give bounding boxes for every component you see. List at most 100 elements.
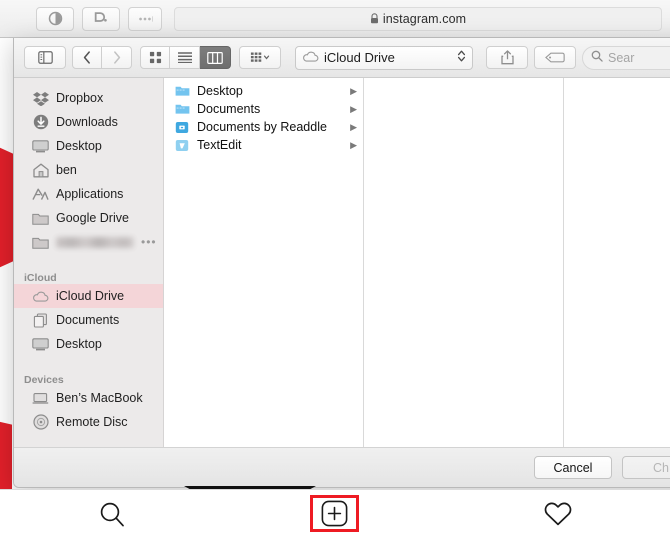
reader-view-button[interactable] <box>36 6 74 31</box>
sidebar-item-downloads[interactable]: Downloads <box>14 110 163 134</box>
icloud-icon <box>302 50 319 65</box>
file-open-dialog: iCloud Drive Sear Dropbox Downloads Desk… <box>13 38 670 488</box>
search-icon <box>98 500 126 528</box>
sidebar-item-icloud-desktop[interactable]: Desktop <box>14 332 163 356</box>
duckduckgo-button[interactable] <box>82 6 120 31</box>
tag-icon[interactable] <box>534 46 576 69</box>
sidebar-item-label: Google Drive <box>56 211 129 225</box>
sidebar-item-label: Ben’s MacBook <box>56 391 143 405</box>
sidebar-item-icloud-drive[interactable]: iCloud Drive <box>14 284 163 308</box>
file-name: Desktop <box>197 84 243 98</box>
home-icon <box>32 162 49 179</box>
search-icon <box>591 50 603 65</box>
cancel-button[interactable]: Cancel <box>534 456 612 479</box>
sidebar-item-documents[interactable]: Documents <box>14 308 163 332</box>
sidebar-item-dropbox[interactable]: Dropbox <box>14 86 163 110</box>
sidebar-item-label: Documents <box>56 313 120 327</box>
sidebar-toggle-icon[interactable] <box>24 46 66 69</box>
dialog-toolbar: iCloud Drive Sear <box>14 38 670 78</box>
share-icon[interactable] <box>486 46 528 69</box>
sidebar-item-google-drive[interactable]: Google Drive <box>14 206 163 230</box>
heart-icon <box>543 500 573 527</box>
chevron-right-icon: ▶ <box>350 121 357 132</box>
activity-tab[interactable] <box>447 490 670 537</box>
sidebar-item-applications[interactable]: Applications <box>14 182 163 206</box>
path-popup-button[interactable]: iCloud Drive <box>295 45 473 70</box>
sidebar-item-label: Applications <box>56 187 124 201</box>
table-row[interactable]: Documents ▶ <box>164 100 363 118</box>
downloads-icon <box>32 114 49 131</box>
table-row[interactable]: TextEdit ▶ <box>164 136 363 154</box>
new-post-tab[interactable] <box>223 490 446 537</box>
navigation-buttons <box>72 46 132 69</box>
red-annotation-lower <box>0 420 12 498</box>
more-extensions-button[interactable] <box>128 6 162 31</box>
chevron-right-icon: ▶ <box>350 139 357 150</box>
sidebar-item-label: Remote Disc <box>56 415 128 429</box>
choose-button[interactable]: Ch <box>622 456 670 479</box>
sidebar-item-ellipsis: ••• <box>141 235 157 249</box>
plus-square-icon <box>321 500 348 527</box>
folder-icon <box>32 210 49 227</box>
search-input[interactable]: Sear <box>582 45 670 70</box>
browser-toolbar: instagram.com <box>0 0 670 38</box>
sidebar-item-desktop[interactable]: Desktop <box>14 134 163 158</box>
forward-button[interactable] <box>102 46 132 69</box>
sidebar-item-label: Dropbox <box>56 91 104 105</box>
file-column-secondary[interactable] <box>364 78 564 447</box>
lock-icon <box>370 13 379 24</box>
sidebar-item-label: Desktop <box>56 139 102 153</box>
file-name: TextEdit <box>197 138 242 152</box>
search-placeholder-text: Sear <box>608 50 635 65</box>
laptop-icon <box>32 390 49 407</box>
column-view-icon[interactable] <box>200 46 231 69</box>
dialog-footer: Cancel Ch <box>14 447 670 487</box>
screen-root: instagram.com iCloud Drive Sear Dropbox … <box>0 0 670 537</box>
sidebar-item-label: ben <box>56 163 77 177</box>
sidebar-item-remote-disc[interactable]: Remote Disc <box>14 410 163 434</box>
url-text: instagram.com <box>382 11 467 26</box>
search-tab[interactable] <box>0 490 223 537</box>
new-post-highlight <box>310 495 360 532</box>
icon-view-icon[interactable] <box>140 46 170 69</box>
list-view-icon[interactable] <box>170 46 200 69</box>
sidebar-item-redacted-folder[interactable]: ••• <box>14 230 163 254</box>
app-folder-icon <box>174 120 190 134</box>
desktop-icon <box>32 336 49 353</box>
path-popup-label: iCloud Drive <box>324 50 395 65</box>
chevron-updown-icon <box>457 49 466 66</box>
redacted-folder-name <box>56 236 134 248</box>
icloud-icon <box>32 288 49 305</box>
dialog-body: Dropbox Downloads Desktop ben Applicatio… <box>14 78 670 447</box>
folder-blue-icon <box>174 102 190 116</box>
disc-icon <box>32 414 49 431</box>
sidebar: Dropbox Downloads Desktop ben Applicatio… <box>14 78 164 447</box>
file-name: Documents <box>197 102 261 116</box>
dropbox-icon <box>32 90 49 107</box>
sidebar-item-macbook[interactable]: Ben’s MacBook <box>14 386 163 410</box>
desktop-icon <box>32 138 49 155</box>
sidebar-item-label: iCloud Drive <box>56 289 125 303</box>
app-folder-icon <box>174 138 190 152</box>
instagram-tabbar <box>0 489 670 537</box>
table-row[interactable]: Documents by Readdle ▶ <box>164 118 363 136</box>
arrange-icon[interactable] <box>239 46 281 69</box>
folder-blue-icon <box>174 84 190 98</box>
sidebar-item-label: Desktop <box>56 337 102 351</box>
sidebar-item-label: Downloads <box>56 115 118 129</box>
view-mode-buttons <box>140 46 231 69</box>
chevron-right-icon: ▶ <box>350 103 357 114</box>
table-row[interactable]: Desktop ▶ <box>164 82 363 100</box>
sidebar-item-ben[interactable]: ben <box>14 158 163 182</box>
back-button[interactable] <box>72 46 102 69</box>
documents-icon <box>32 312 49 329</box>
file-column-preview[interactable] <box>564 78 670 447</box>
file-column-primary: Desktop ▶ Documents ▶ Documents by Readd… <box>164 78 364 447</box>
address-bar[interactable]: instagram.com <box>174 6 662 31</box>
folder-icon <box>32 234 49 251</box>
chevron-right-icon: ▶ <box>350 85 357 96</box>
file-name: Documents by Readdle <box>197 120 327 134</box>
applications-icon <box>32 186 49 203</box>
sidebar-header-icloud: iCloud <box>24 272 57 284</box>
sidebar-header-devices: Devices <box>24 374 64 386</box>
